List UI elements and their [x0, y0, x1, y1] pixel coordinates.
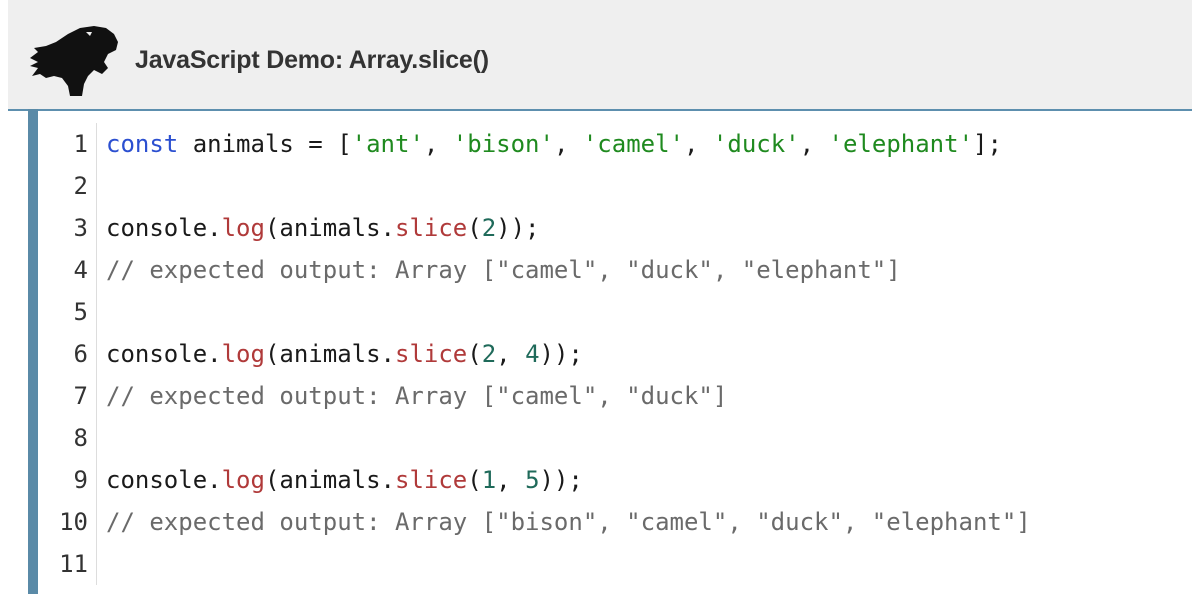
code-token-method: log	[221, 466, 265, 494]
code-line[interactable]: 4 // expected output: Array ["camel", "du…	[38, 249, 1192, 291]
line-number: 9	[73, 466, 88, 494]
gutter-divider	[96, 249, 97, 291]
code-line[interactable]: 10 // expected output: Array ["bison", "c…	[38, 501, 1192, 543]
code-token-plain: animals = [	[178, 130, 352, 158]
code-token-number: 4	[525, 340, 540, 368]
code-lines: 1 const animals = ['ant', 'bison', 'camel…	[38, 123, 1192, 585]
page-title: JavaScript Demo: Array.slice()	[135, 46, 489, 74]
code-line[interactable]: 8	[38, 417, 1192, 459]
code-token-plain: ));	[539, 340, 583, 368]
gutter-divider	[96, 501, 97, 543]
code-token-plain: console.	[106, 214, 222, 242]
dinosaur-logo-icon	[30, 26, 118, 96]
code-token-plain: ,	[684, 130, 713, 158]
code-token-method: log	[221, 214, 265, 242]
gutter-divider	[96, 375, 97, 417]
code-token-plain: (animals.	[264, 466, 395, 494]
code-content: console.log(animals.slice(2));	[106, 207, 540, 249]
code-editor[interactable]: 1 const animals = ['ant', 'bison', 'camel…	[38, 111, 1192, 594]
gutter-divider	[96, 291, 97, 333]
code-line[interactable]: 11	[38, 543, 1192, 585]
code-content: // expected output: Array ["camel", "duc…	[106, 249, 901, 291]
code-token-number: 5	[525, 466, 540, 494]
line-number: 7	[73, 382, 88, 410]
code-token-plain: ));	[496, 214, 540, 242]
code-token-plain: (	[467, 214, 482, 242]
code-token-plain: (	[467, 466, 482, 494]
code-content: // expected output: Array ["bison", "cam…	[106, 501, 1031, 543]
line-number: 2	[73, 172, 88, 200]
line-number: 3	[73, 214, 88, 242]
line-number: 11	[59, 550, 88, 578]
code-token-string: 'camel'	[582, 130, 685, 158]
gutter-divider	[96, 543, 97, 585]
editor-frame: 1 const animals = ['ant', 'bison', 'camel…	[8, 109, 1192, 594]
code-token-string: 'bison'	[452, 130, 554, 158]
gutter-divider	[96, 165, 97, 207]
gutter-divider	[96, 333, 97, 375]
line-number: 4	[73, 256, 88, 284]
gutter-divider	[96, 417, 97, 459]
line-number: 8	[73, 424, 88, 452]
code-token-number: 1	[481, 466, 497, 494]
code-token-comment: // expected output: Array ["camel", "duc…	[106, 256, 901, 284]
code-token-plain: ,	[496, 466, 526, 494]
code-token-plain: ));	[539, 466, 583, 494]
code-token-plain: console.	[106, 466, 222, 494]
code-content: // expected output: Array ["camel", "duc…	[106, 375, 727, 417]
code-line[interactable]: 9 console.log(animals.slice(1, 5));	[38, 459, 1192, 501]
code-line[interactable]: 3 console.log(animals.slice(2));	[38, 207, 1192, 249]
code-token-string: 'ant'	[351, 130, 424, 158]
code-token-string: 'elephant'	[828, 130, 974, 158]
line-number: 6	[73, 340, 88, 368]
code-content: console.log(animals.slice(1, 5));	[106, 459, 583, 501]
code-line[interactable]: 2	[38, 165, 1192, 207]
code-token-number: 2	[481, 340, 497, 368]
code-token-method: slice	[395, 214, 468, 242]
code-line[interactable]: 1 const animals = ['ant', 'bison', 'camel…	[38, 123, 1192, 165]
code-token-plain: (	[467, 340, 482, 368]
demo-page: JavaScript Demo: Array.slice() 1 const an…	[0, 0, 1192, 594]
code-token-plain: ,	[799, 130, 829, 158]
code-token-plain: ,	[423, 130, 453, 158]
code-token-number: 2	[481, 214, 497, 242]
code-token-plain: ,	[496, 340, 526, 368]
demo-header: JavaScript Demo: Array.slice()	[8, 0, 1192, 109]
code-line[interactable]: 6 console.log(animals.slice(2, 4));	[38, 333, 1192, 375]
code-token-method: slice	[395, 466, 468, 494]
code-token-plain: ];	[973, 130, 1002, 158]
editor-accent-bar	[28, 109, 38, 594]
code-token-string: 'duck'	[712, 130, 800, 158]
line-number: 10	[59, 508, 88, 536]
code-content: const animals = ['ant', 'bison', 'camel'…	[106, 123, 1002, 165]
code-token-method: slice	[395, 340, 468, 368]
code-token-comment: // expected output: Array ["bison", "cam…	[106, 508, 1031, 536]
code-token-plain: console.	[106, 340, 222, 368]
line-number: 5	[73, 298, 88, 326]
gutter-divider	[96, 459, 97, 501]
gutter-divider	[96, 123, 97, 165]
code-token-plain: (animals.	[264, 214, 395, 242]
code-token-comment: // expected output: Array ["camel", "duc…	[106, 382, 728, 410]
code-line[interactable]: 7 // expected output: Array ["camel", "du…	[38, 375, 1192, 417]
code-token-plain: ,	[553, 130, 583, 158]
code-content: console.log(animals.slice(2, 4));	[106, 333, 583, 375]
code-line[interactable]: 5	[38, 291, 1192, 333]
code-token-plain: (animals.	[264, 340, 395, 368]
gutter-divider	[96, 207, 97, 249]
line-number: 1	[73, 130, 88, 158]
code-token-keyword: const	[106, 130, 179, 158]
code-token-method: log	[221, 340, 265, 368]
